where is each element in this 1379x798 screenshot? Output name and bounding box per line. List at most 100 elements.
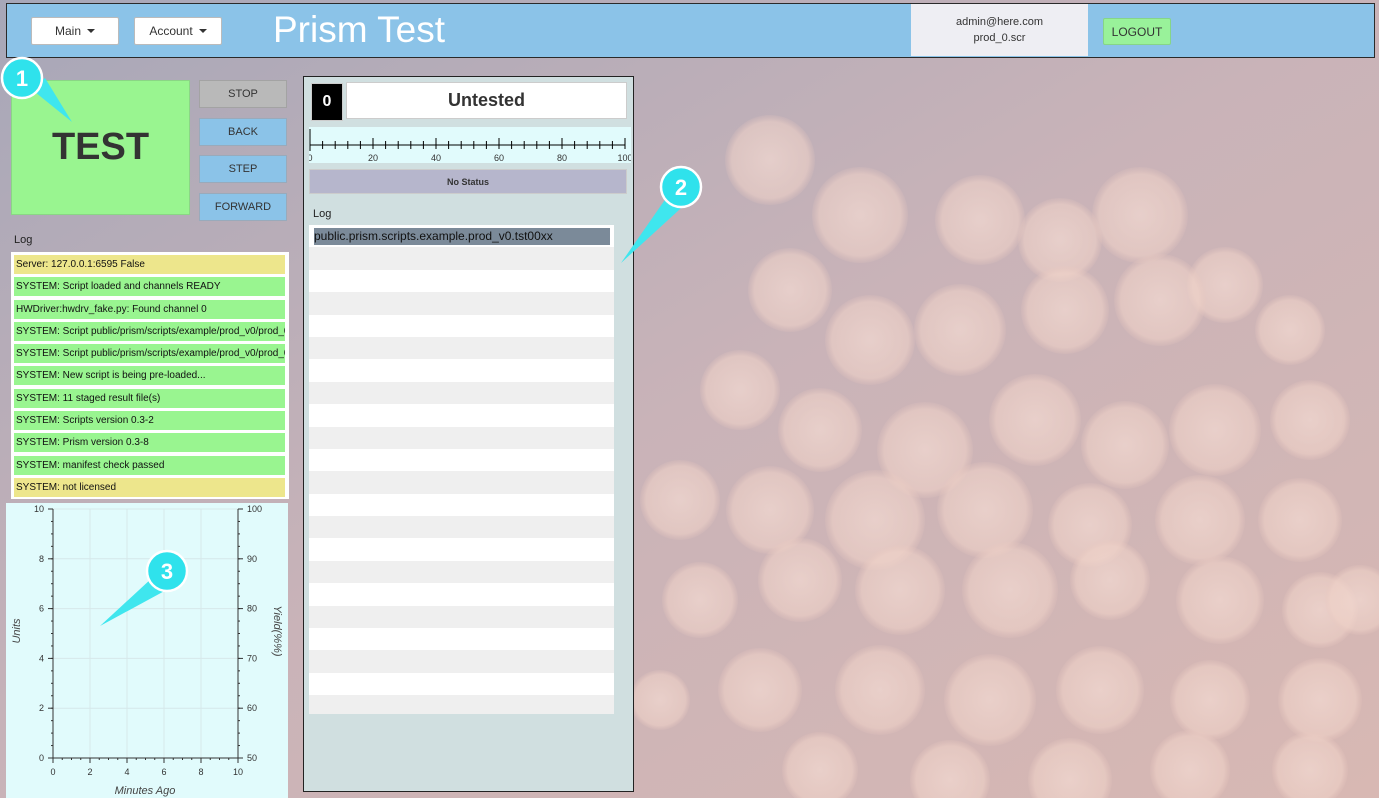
bokeh-light bbox=[748, 248, 832, 332]
selected-log-item[interactable]: public.prism.scripts.example.prod_v0.tst… bbox=[314, 228, 610, 245]
log-row bbox=[309, 560, 614, 584]
log-entry: SYSTEM: not licensed bbox=[14, 477, 285, 497]
bokeh-light bbox=[914, 284, 1006, 376]
back-button[interactable]: BACK bbox=[199, 118, 287, 146]
chart-y-axis-label: Units bbox=[11, 618, 23, 644]
log-entry: HWDriver:hwdrv_fake.py: Found channel 0 bbox=[14, 299, 285, 319]
account-menu-button[interactable]: Account bbox=[134, 17, 222, 45]
left-log-label: Log bbox=[14, 234, 33, 246]
chart-y2-tick-label: 80 bbox=[247, 604, 257, 614]
bokeh-light bbox=[825, 295, 915, 385]
progress-scale: 0 20 40 60 80 100 bbox=[307, 129, 633, 163]
progress-tick-label: 20 bbox=[368, 153, 378, 163]
bokeh-light bbox=[1092, 167, 1188, 263]
bokeh-light bbox=[1070, 540, 1150, 620]
center-log-label: Log bbox=[313, 208, 332, 220]
bokeh-light bbox=[1176, 556, 1264, 644]
callout-marker-2: 2 bbox=[621, 165, 703, 263]
bokeh-light bbox=[962, 542, 1058, 638]
bokeh-light bbox=[1021, 266, 1109, 354]
log-row bbox=[309, 448, 614, 472]
logout-button[interactable]: LOGOUT bbox=[1103, 18, 1171, 45]
chart-y2-axis-label: Yield(%%) bbox=[271, 605, 283, 656]
chart-y-tick-label: 8 bbox=[39, 554, 44, 564]
main-menu-button[interactable]: Main bbox=[31, 17, 119, 45]
bokeh-light bbox=[812, 167, 908, 263]
log-row bbox=[309, 695, 614, 714]
user-info-box: admin@here.com prod_0.scr bbox=[911, 4, 1088, 56]
chart-y-tick-label: 0 bbox=[39, 753, 44, 763]
log-row bbox=[309, 314, 614, 337]
bokeh-light bbox=[630, 670, 690, 730]
user-email: admin@here.com bbox=[956, 16, 1043, 28]
log-row bbox=[309, 426, 614, 449]
bokeh-light bbox=[778, 388, 862, 472]
bokeh-light bbox=[700, 350, 780, 430]
bokeh-light bbox=[1170, 660, 1250, 740]
callout-number: 1 bbox=[16, 66, 28, 91]
log-entry: SYSTEM: manifest check passed bbox=[14, 455, 285, 475]
log-row bbox=[309, 650, 614, 673]
status-panel: 0 Untested 0 20 40 60 80 100 No Status Log pu… bbox=[303, 76, 634, 792]
chart-y-tick-label: 2 bbox=[39, 703, 44, 713]
log-entry: SYSTEM: Scripts version 0.3-2 bbox=[14, 411, 285, 431]
bokeh-light bbox=[1056, 646, 1144, 734]
log-entry: SYSTEM: 11 staged result file(s) bbox=[14, 388, 285, 408]
bokeh-light bbox=[944, 654, 1036, 746]
log-entry: SYSTEM: New script is being pre-loaded..… bbox=[14, 366, 285, 386]
log-row bbox=[309, 381, 614, 405]
log-row bbox=[309, 359, 614, 382]
progress-bar: 0 20 40 60 80 100 bbox=[307, 127, 633, 163]
log-row bbox=[309, 583, 614, 606]
bokeh-light bbox=[725, 115, 815, 205]
bokeh-light bbox=[989, 374, 1081, 466]
chart-x-tick-label: 8 bbox=[198, 767, 203, 777]
left-log-list[interactable]: Server: 127.0.0.1:6595 False SYSTEM: Scr… bbox=[11, 252, 289, 499]
forward-button[interactable]: FORWARD bbox=[199, 193, 287, 221]
callout-marker-1: 1 bbox=[0, 56, 72, 122]
app-title: Prism Test bbox=[273, 9, 446, 50]
chart-y-tick-label: 4 bbox=[39, 653, 44, 663]
stop-button[interactable]: STOP bbox=[199, 80, 287, 108]
log-row bbox=[309, 269, 614, 293]
chart-y-tick-label: 6 bbox=[39, 604, 44, 614]
center-log-list[interactable]: public.prism.scripts.example.prod_v0.tst… bbox=[309, 225, 614, 714]
log-row bbox=[309, 404, 614, 427]
bokeh-light bbox=[1270, 380, 1350, 460]
log-row bbox=[309, 471, 614, 494]
chart-x-tick-label: 4 bbox=[124, 767, 129, 777]
chart-x-tick-label: 2 bbox=[87, 767, 92, 777]
chart-x-tick-label: 0 bbox=[50, 767, 55, 777]
log-row bbox=[309, 628, 614, 651]
log-entry: SYSTEM: Script loaded and channels READY bbox=[14, 277, 285, 297]
log-row bbox=[309, 247, 614, 270]
bokeh-light bbox=[1278, 658, 1362, 742]
bokeh-light bbox=[1258, 478, 1342, 562]
log-row bbox=[309, 336, 614, 360]
bokeh-light bbox=[718, 648, 802, 732]
top-header: Main Account Prism Test admin@here.com p… bbox=[6, 3, 1375, 58]
bokeh-light bbox=[1081, 401, 1169, 489]
callout-marker-3: 3 bbox=[100, 549, 189, 626]
step-button[interactable]: STEP bbox=[199, 155, 287, 183]
chart-x-tick-label: 6 bbox=[161, 767, 166, 777]
caret-down-icon bbox=[198, 29, 207, 33]
bokeh-light bbox=[758, 538, 842, 622]
bokeh-light bbox=[1169, 384, 1261, 476]
log-row bbox=[309, 605, 614, 629]
callout-number: 2 bbox=[675, 175, 687, 200]
bokeh-light bbox=[935, 175, 1025, 265]
chart-y2-tick-label: 50 bbox=[247, 753, 257, 763]
status-message: No Status bbox=[309, 169, 627, 194]
log-entry: SYSTEM: Prism version 0.3-8 bbox=[14, 433, 285, 453]
bokeh-light bbox=[855, 545, 945, 635]
log-entry: SYSTEM: Script public/prism/scripts/exam… bbox=[14, 321, 285, 341]
progress-tick-label: 100 bbox=[617, 153, 631, 163]
log-row bbox=[309, 538, 614, 561]
caret-down-icon bbox=[87, 29, 95, 33]
chart-x-tick-label: 10 bbox=[233, 767, 243, 777]
log-row bbox=[309, 292, 614, 315]
callout-number: 3 bbox=[161, 559, 173, 584]
bokeh-light bbox=[640, 460, 720, 540]
log-row bbox=[309, 672, 614, 696]
